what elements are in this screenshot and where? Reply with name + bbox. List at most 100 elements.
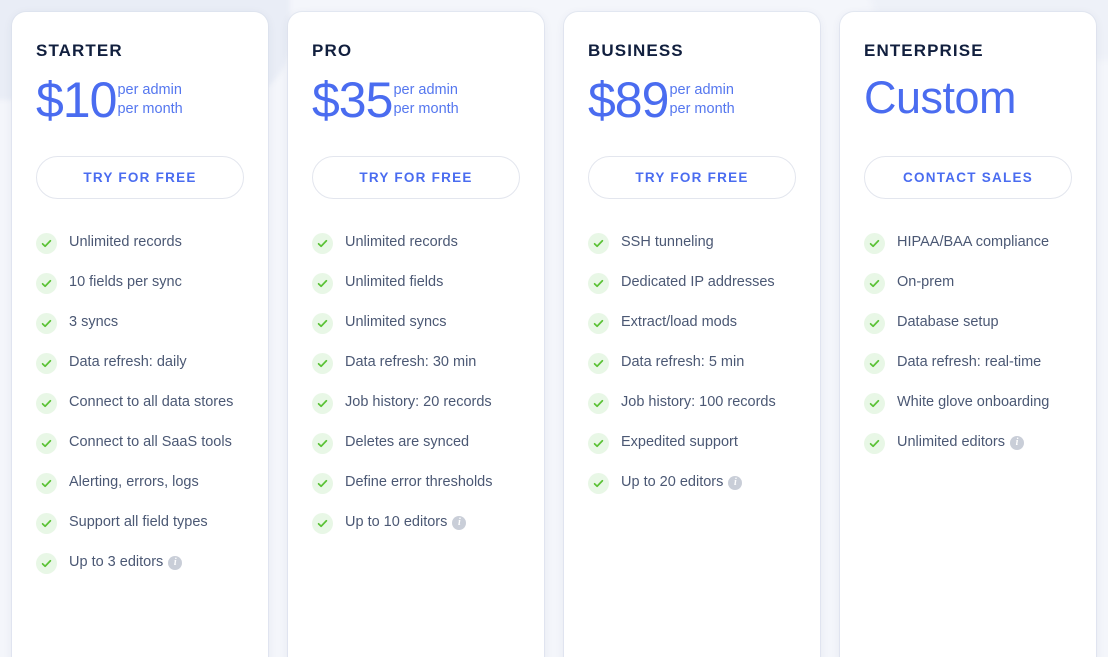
feature-label-text: Alerting, errors, logs bbox=[69, 474, 199, 490]
feature-item: HIPAA/BAA compliance bbox=[864, 232, 1072, 254]
feature-item: Job history: 100 records bbox=[588, 392, 796, 414]
feature-item: Connect to all SaaS tools bbox=[36, 432, 244, 454]
feature-item: SSH tunneling bbox=[588, 232, 796, 254]
feature-list: SSH tunneling Dedicated IP addresses Extra… bbox=[588, 232, 796, 512]
feature-label-text: Job history: 20 records bbox=[345, 394, 492, 410]
feature-label-text: Unlimited editors bbox=[897, 434, 1005, 450]
feature-label: Extract/load mods bbox=[621, 312, 737, 332]
cta-button[interactable]: TRY FOR FREE bbox=[588, 156, 796, 199]
check-icon bbox=[312, 513, 333, 534]
feature-label: Unlimited fields bbox=[345, 272, 443, 292]
check-icon bbox=[312, 313, 333, 334]
cta-button[interactable]: TRY FOR FREE bbox=[312, 156, 520, 199]
feature-item: Data refresh: 5 min bbox=[588, 352, 796, 374]
check-icon bbox=[588, 433, 609, 454]
feature-label: Up to 10 editors i bbox=[345, 512, 467, 532]
price-unit-line-2: per month bbox=[393, 101, 459, 118]
feature-label-text: Unlimited records bbox=[345, 234, 458, 250]
feature-item: Deletes are synced bbox=[312, 432, 520, 454]
feature-item: Job history: 20 records bbox=[312, 392, 520, 414]
check-icon bbox=[36, 393, 57, 414]
plan-card-starter: STARTER $10 per admin per month TRY FOR FREE… bbox=[12, 12, 268, 657]
feature-label-text: On-prem bbox=[897, 274, 955, 290]
check-icon bbox=[36, 513, 57, 534]
feature-label: Support all field types bbox=[69, 512, 208, 532]
check-icon bbox=[864, 393, 885, 414]
feature-label-text: Up to 10 editors bbox=[345, 514, 448, 530]
plan-card-enterprise: ENTERPRISE Custom CONTACT SALES HIPAA/BAA c… bbox=[840, 12, 1096, 657]
price-unit: per admin per month bbox=[117, 76, 182, 120]
feature-item: Unlimited syncs bbox=[312, 312, 520, 334]
check-icon bbox=[312, 393, 333, 414]
check-icon bbox=[588, 473, 609, 494]
feature-label-text: Expedited support bbox=[621, 434, 738, 450]
feature-label: Up to 3 editors i bbox=[69, 552, 183, 572]
price-unit-line-2: per month bbox=[669, 101, 735, 118]
cta-button[interactable]: TRY FOR FREE bbox=[36, 156, 244, 199]
plan-name: PRO bbox=[312, 41, 353, 60]
feature-label-text: Deletes are synced bbox=[345, 434, 470, 450]
feature-label: Data refresh: 30 min bbox=[345, 352, 476, 372]
check-icon bbox=[312, 433, 333, 454]
price-amount: $35 bbox=[312, 72, 393, 128]
plan-price: $10 per admin per month bbox=[36, 75, 244, 130]
plan-card-pro: PRO $35 per admin per month TRY FOR FREE Unli… bbox=[288, 12, 544, 657]
feature-label: Connect to all data stores bbox=[69, 392, 233, 412]
feature-item: Database setup bbox=[864, 312, 1072, 334]
feature-label-text: 3 syncs bbox=[69, 314, 119, 330]
feature-label-text: Up to 20 editors bbox=[621, 474, 724, 490]
plan-name: STARTER bbox=[36, 41, 123, 60]
check-icon bbox=[36, 353, 57, 374]
feature-label: 3 syncs bbox=[69, 312, 118, 332]
feature-label: Unlimited editors i bbox=[897, 432, 1024, 452]
feature-item: Up to 3 editors i bbox=[36, 552, 244, 574]
info-icon[interactable]: i bbox=[728, 476, 743, 490]
feature-item: Support all field types bbox=[36, 512, 244, 534]
price-amount: Custom bbox=[864, 72, 1017, 123]
feature-label: On-prem bbox=[897, 272, 954, 292]
feature-item: Data refresh: daily bbox=[36, 352, 244, 374]
info-icon[interactable]: i bbox=[168, 556, 183, 570]
feature-item: 10 fields per sync bbox=[36, 272, 244, 294]
feature-list: Unlimited records Unlimited fields Unlimit… bbox=[312, 232, 520, 552]
feature-label-text: Job history: 100 records bbox=[621, 394, 776, 410]
feature-item: 3 syncs bbox=[36, 312, 244, 334]
plan-price: Custom bbox=[864, 72, 1072, 130]
plan-name: BUSINESS bbox=[588, 41, 684, 60]
price-unit-line-2: per month bbox=[117, 101, 183, 118]
feature-item: Extract/load mods bbox=[588, 312, 796, 334]
feature-label: Unlimited records bbox=[345, 232, 458, 252]
feature-label: Expedited support bbox=[621, 432, 738, 452]
cta-button[interactable]: CONTACT SALES bbox=[864, 156, 1072, 199]
check-icon bbox=[312, 473, 333, 494]
price-unit: per admin per month bbox=[393, 76, 458, 120]
check-icon bbox=[864, 433, 885, 454]
feature-label: Define error thresholds bbox=[345, 472, 493, 492]
check-icon bbox=[588, 233, 609, 254]
feature-item: Unlimited records bbox=[36, 232, 244, 254]
info-icon[interactable]: i bbox=[1010, 436, 1024, 450]
pricing-plans-grid: STARTER $10 per admin per month TRY FOR FREE… bbox=[12, 12, 1096, 657]
feature-item: Alerting, errors, logs bbox=[36, 472, 244, 494]
feature-label-text: Unlimited fields bbox=[345, 274, 444, 290]
feature-label: Job history: 100 records bbox=[621, 392, 776, 412]
feature-label-text: Dedicated IP addresses bbox=[621, 274, 775, 290]
feature-label-text: Data refresh: daily bbox=[69, 354, 187, 370]
feature-label-text: Extract/load mods bbox=[621, 314, 738, 330]
feature-label: Deletes are synced bbox=[345, 432, 469, 452]
feature-label-text: Unlimited records bbox=[69, 234, 182, 250]
feature-label-text: SSH tunneling bbox=[621, 234, 714, 250]
feature-item: On-prem bbox=[864, 272, 1072, 294]
feature-label: HIPAA/BAA compliance bbox=[897, 232, 1049, 252]
feature-label: Database setup bbox=[897, 312, 999, 332]
feature-label-text: Data refresh: 30 min bbox=[345, 354, 477, 370]
check-icon bbox=[312, 233, 333, 254]
feature-label: Alerting, errors, logs bbox=[69, 472, 199, 492]
feature-label: Job history: 20 records bbox=[345, 392, 492, 412]
info-icon[interactable]: i bbox=[452, 516, 467, 530]
plan-name: ENTERPRISE bbox=[864, 41, 984, 60]
price-unit: per admin per month bbox=[669, 76, 734, 120]
feature-item: Data refresh: real-time bbox=[864, 352, 1072, 374]
feature-label: Up to 20 editors i bbox=[621, 472, 743, 492]
check-icon bbox=[36, 313, 57, 334]
